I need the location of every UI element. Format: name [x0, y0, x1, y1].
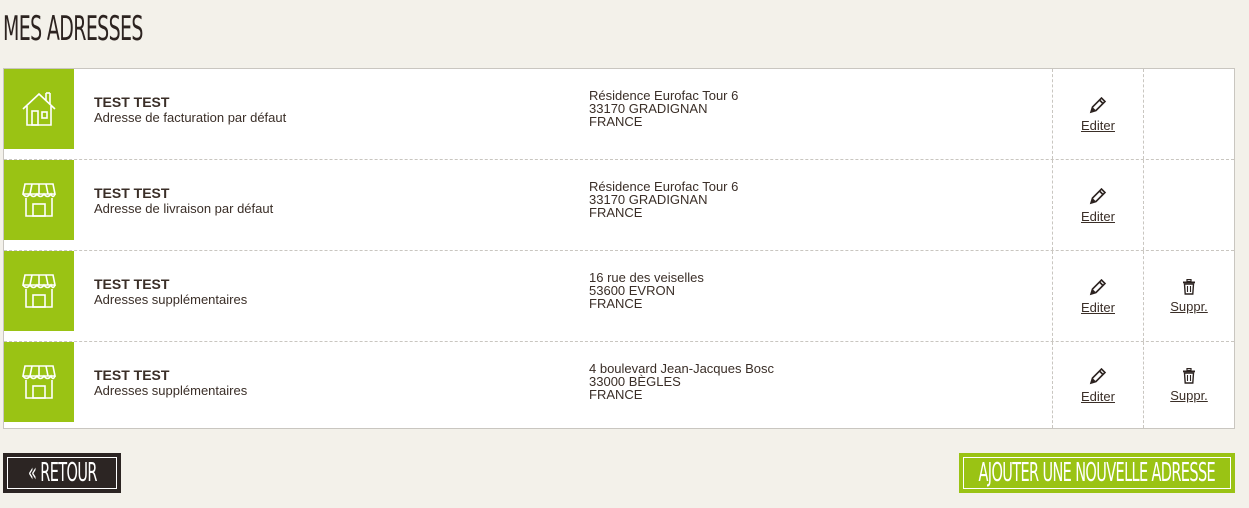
address-lines: Résidence Eurofac Tour 6 33170 GRADIGNAN… — [589, 180, 738, 219]
store-icon — [4, 251, 74, 331]
address-type: Adresse de livraison par défaut — [94, 201, 274, 216]
pencil-icon — [1089, 367, 1107, 384]
address-line: FRANCE — [589, 296, 643, 311]
pencil-icon — [1089, 96, 1107, 113]
address-line: FRANCE — [589, 387, 643, 402]
edit-action[interactable]: Editer — [1052, 251, 1143, 341]
edit-action[interactable]: Editer — [1052, 342, 1143, 428]
edit-link[interactable]: Editer — [1081, 209, 1115, 224]
address-row: TEST TEST Adresses supplémentaires 16 ru… — [4, 251, 1234, 342]
address-row: TEST TEST Adresse de facturation par déf… — [4, 69, 1234, 160]
delete-action[interactable]: Suppr. — [1143, 342, 1234, 428]
trash-icon — [1183, 278, 1195, 295]
address-lines: 4 boulevard Jean-Jacques Bosc 33000 BÈGL… — [589, 362, 774, 401]
delete-link[interactable]: Suppr. — [1170, 388, 1208, 403]
page-title: Mes adresses — [3, 9, 143, 49]
store-icon — [4, 160, 74, 240]
edit-link[interactable]: Editer — [1081, 300, 1115, 315]
house-icon — [4, 69, 74, 149]
address-name: TEST TEST — [94, 185, 170, 201]
edit-action[interactable]: Editer — [1052, 160, 1143, 250]
address-lines: Résidence Eurofac Tour 6 33170 GRADIGNAN… — [589, 89, 738, 128]
address-lines: 16 rue des veiselles 53600 EVRON FRANCE — [589, 271, 704, 310]
pencil-icon — [1089, 278, 1107, 295]
back-button-label: « Retour — [27, 458, 97, 488]
store-icon — [4, 342, 74, 422]
address-line: FRANCE — [589, 205, 643, 220]
address-type: Adresses supplémentaires — [94, 292, 248, 307]
delete-action-empty — [1143, 69, 1234, 159]
address-name: TEST TEST — [94, 276, 170, 292]
back-button[interactable]: « Retour — [3, 453, 121, 493]
address-line: FRANCE — [589, 114, 643, 129]
trash-icon — [1183, 367, 1195, 384]
address-row: TEST TEST Adresses supplémentaires 4 bou… — [4, 342, 1234, 428]
address-row: TEST TEST Adresse de livraison par défau… — [4, 160, 1234, 251]
address-name: TEST TEST — [94, 367, 170, 383]
delete-link[interactable]: Suppr. — [1170, 299, 1208, 314]
delete-action[interactable]: Suppr. — [1143, 251, 1234, 341]
edit-link[interactable]: Editer — [1081, 118, 1115, 133]
pencil-icon — [1089, 187, 1107, 204]
address-table: TEST TEST Adresse de facturation par déf… — [3, 68, 1235, 429]
address-type: Adresse de facturation par défaut — [94, 110, 287, 125]
add-address-button[interactable]: Ajouter une nouvelle adresse — [959, 453, 1235, 493]
edit-link[interactable]: Editer — [1081, 389, 1115, 404]
address-name: TEST TEST — [94, 94, 170, 110]
delete-action-empty — [1143, 160, 1234, 250]
add-address-button-label: Ajouter une nouvelle adresse — [978, 458, 1216, 488]
edit-action[interactable]: Editer — [1052, 69, 1143, 159]
address-type: Adresses supplémentaires — [94, 383, 248, 398]
